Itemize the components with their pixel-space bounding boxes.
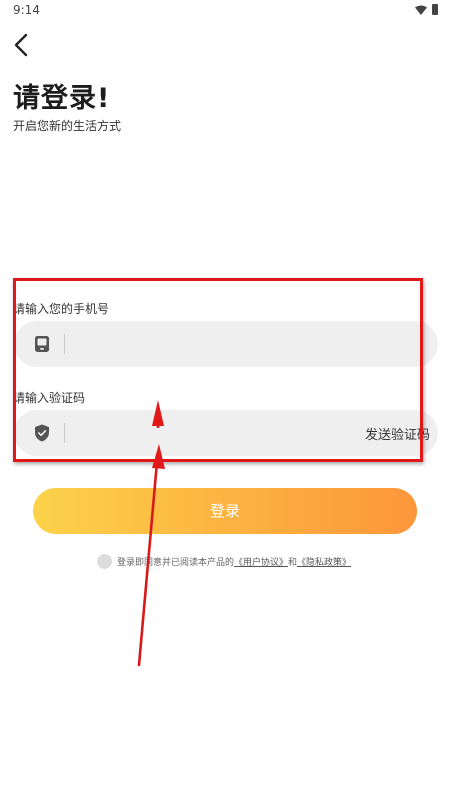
code-field[interactable]: 发送验证码: [14, 410, 438, 456]
chevron-left-icon: [14, 33, 28, 57]
battery-icon: [432, 4, 438, 15]
back-button[interactable]: [10, 32, 34, 58]
phone-field-divider: [64, 334, 65, 354]
status-bar: 9:14: [0, 0, 450, 22]
page-subtitle: 开启您新的生活方式: [13, 119, 122, 133]
code-field-divider: [64, 423, 65, 443]
send-code-button[interactable]: 发送验证码: [365, 424, 430, 443]
phone-field[interactable]: [14, 321, 438, 367]
user-agreement-link[interactable]: 《用户协议》: [234, 555, 288, 568]
agreement-row: 登录即同意并已阅读本产品的 《用户协议》 和 《隐私政策》: [97, 553, 351, 569]
wifi-icon: [415, 5, 427, 15]
code-input[interactable]: [74, 418, 354, 448]
status-time: 9:14: [13, 3, 40, 17]
phone-icon: [35, 336, 49, 352]
page-title: 请登录!: [13, 83, 111, 114]
phone-input[interactable]: [74, 329, 354, 359]
code-field-label: 请输入验证码: [13, 391, 86, 405]
status-icons: [415, 4, 438, 15]
privacy-policy-link[interactable]: 《隐私政策》: [297, 555, 351, 568]
agreement-text: 登录即同意并已阅读本产品的: [117, 557, 235, 568]
login-button[interactable]: 登录: [33, 488, 417, 534]
agreement-and-text: 和: [288, 557, 298, 568]
agree-checkbox[interactable]: [97, 553, 112, 569]
shield-check-icon: [35, 424, 49, 442]
phone-field-label: 请输入您的手机号: [13, 302, 110, 316]
